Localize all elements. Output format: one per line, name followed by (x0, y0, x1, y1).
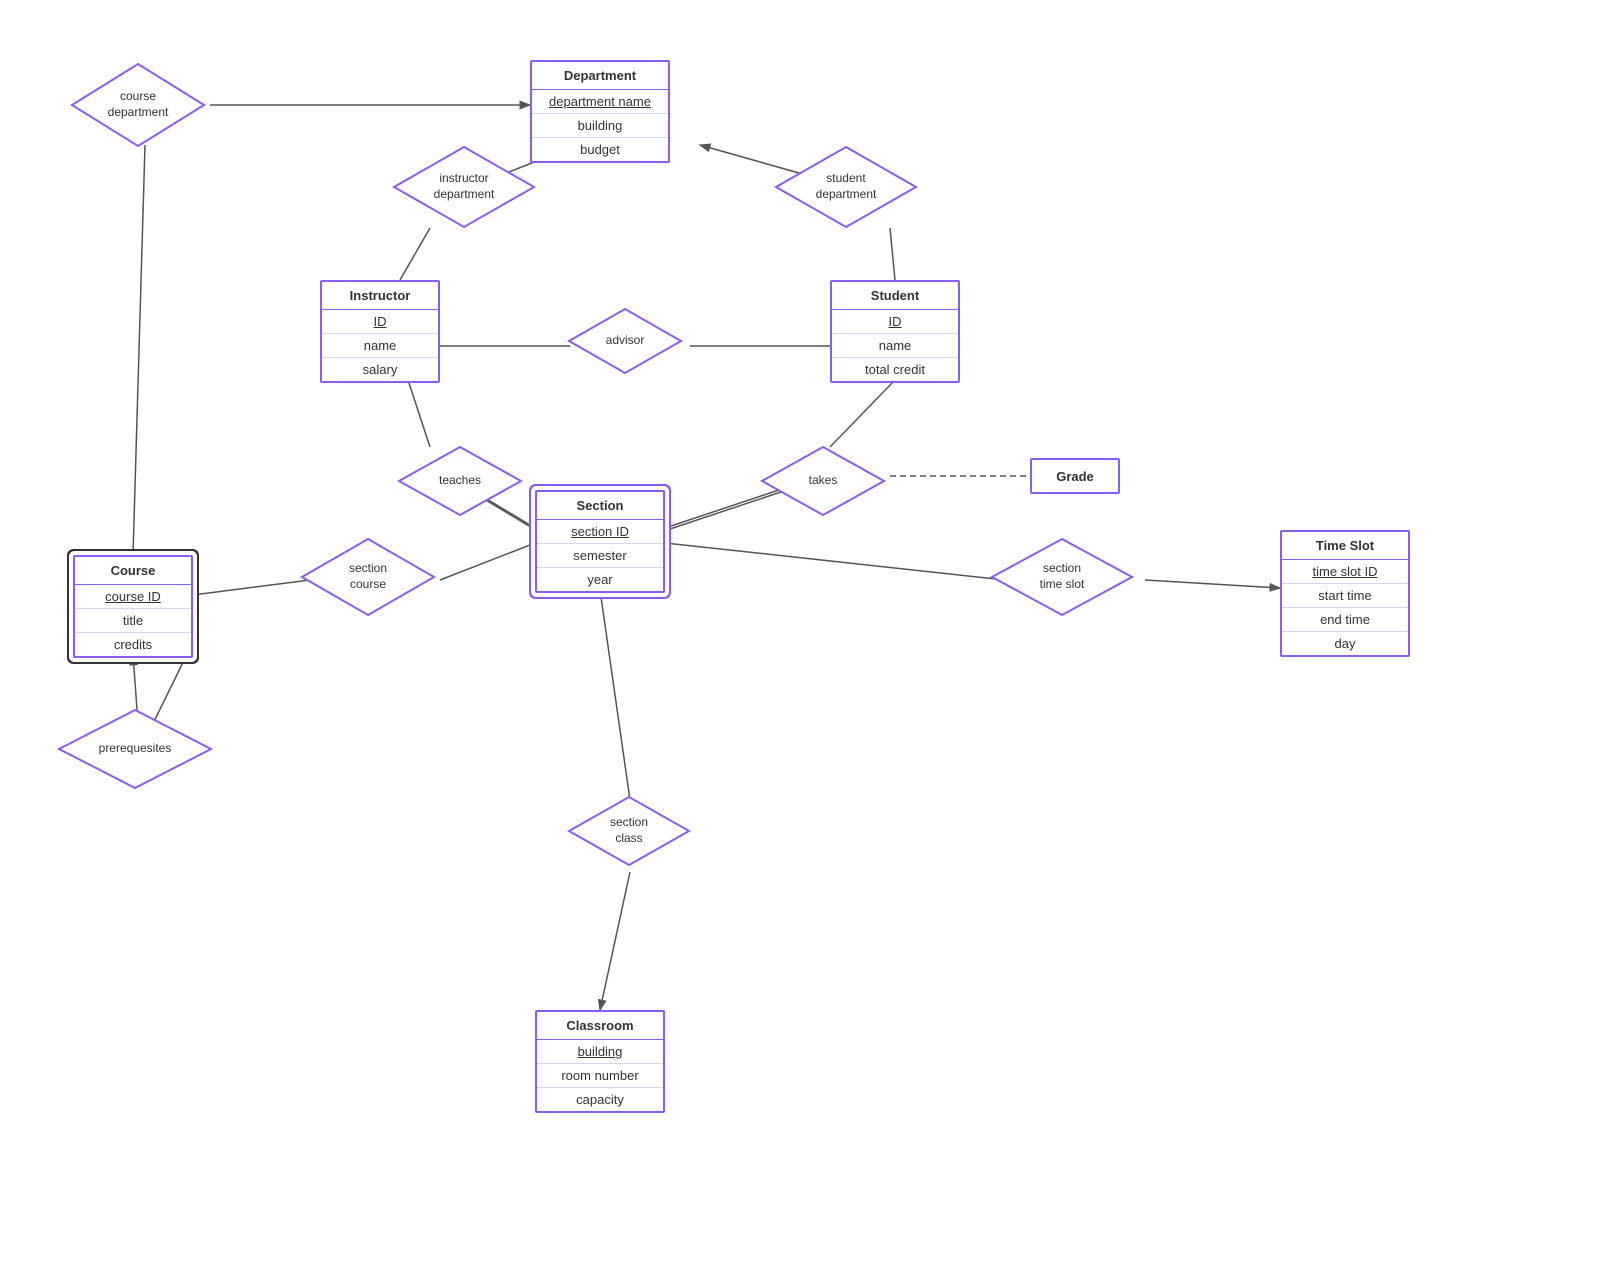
diamond-section-course-label: sectioncourse (349, 561, 387, 592)
entity-section-attr-1: semester (537, 544, 663, 568)
entity-classroom-attr-2: capacity (537, 1088, 663, 1111)
entity-department-title: Department (532, 62, 668, 90)
entity-student-attr-0: ID (832, 310, 958, 334)
entity-section-title: Section (537, 492, 663, 520)
entity-student: Student ID name total credit (830, 280, 960, 383)
diamond-instructor-department-label: instructordepartment (434, 171, 495, 202)
entity-grade: Grade (1030, 458, 1120, 494)
diamond-instructor-department: instructordepartment (390, 143, 538, 231)
entity-student-title: Student (832, 282, 958, 310)
entity-instructor: Instructor ID name salary (320, 280, 440, 383)
entity-student-attr-2: total credit (832, 358, 958, 381)
entity-course-attr-2: credits (75, 633, 191, 656)
diamond-advisor: advisor (565, 305, 685, 377)
entity-timeslot: Time Slot time slot ID start time end ti… (1280, 530, 1410, 657)
entity-instructor-attr-2: salary (322, 358, 438, 381)
entity-instructor-attr-1: name (322, 334, 438, 358)
entity-timeslot-attr-0: time slot ID (1282, 560, 1408, 584)
diamond-teaches-label: teaches (439, 473, 481, 489)
entity-timeslot-attr-2: end time (1282, 608, 1408, 632)
er-diagram: Department department name building budg… (0, 0, 1600, 1280)
diamond-takes-label: takes (809, 473, 838, 489)
entity-section: Section section ID semester year (535, 490, 665, 593)
entity-department-attr-2: budget (532, 138, 668, 161)
entity-department-attr-1: building (532, 114, 668, 138)
diamond-section-timeslot: sectiontime slot (988, 535, 1136, 619)
diamond-teaches: teaches (395, 443, 525, 519)
diamond-course-department-label: coursedepartment (108, 89, 169, 120)
diamond-prerequisites: prerequesites (55, 706, 215, 792)
entity-course-title: Course (75, 557, 191, 585)
diamond-section-class: sectionclass (565, 793, 693, 869)
entity-classroom-attr-0: building (537, 1040, 663, 1064)
diamond-prerequisites-label: prerequesites (99, 741, 172, 757)
diamond-student-department-label: studentdepartment (816, 171, 877, 202)
entity-classroom-attr-1: room number (537, 1064, 663, 1088)
entity-instructor-title: Instructor (322, 282, 438, 310)
diamond-takes: takes (758, 443, 888, 519)
diamond-student-department: studentdepartment (772, 143, 920, 231)
entity-department-attr-0: department name (532, 90, 668, 114)
entity-section-attr-0: section ID (537, 520, 663, 544)
entity-section-attr-2: year (537, 568, 663, 591)
entity-instructor-attr-0: ID (322, 310, 438, 334)
diamond-section-class-label: sectionclass (610, 815, 648, 846)
diamond-advisor-label: advisor (606, 333, 645, 349)
diamond-section-course: sectioncourse (298, 535, 438, 619)
entity-classroom: Classroom building room number capacity (535, 1010, 665, 1113)
diamond-course-department: coursedepartment (68, 60, 208, 150)
entity-student-attr-1: name (832, 334, 958, 358)
entity-course-attr-0: course ID (75, 585, 191, 609)
diamond-section-timeslot-label: sectiontime slot (1040, 561, 1085, 592)
entity-timeslot-attr-1: start time (1282, 584, 1408, 608)
entity-course-attr-1: title (75, 609, 191, 633)
entity-timeslot-attr-3: day (1282, 632, 1408, 655)
entity-grade-title: Grade (1044, 463, 1106, 490)
entity-classroom-title: Classroom (537, 1012, 663, 1040)
entity-course: Course course ID title credits (73, 555, 193, 658)
entity-department: Department department name building budg… (530, 60, 670, 163)
entity-timeslot-title: Time Slot (1282, 532, 1408, 560)
